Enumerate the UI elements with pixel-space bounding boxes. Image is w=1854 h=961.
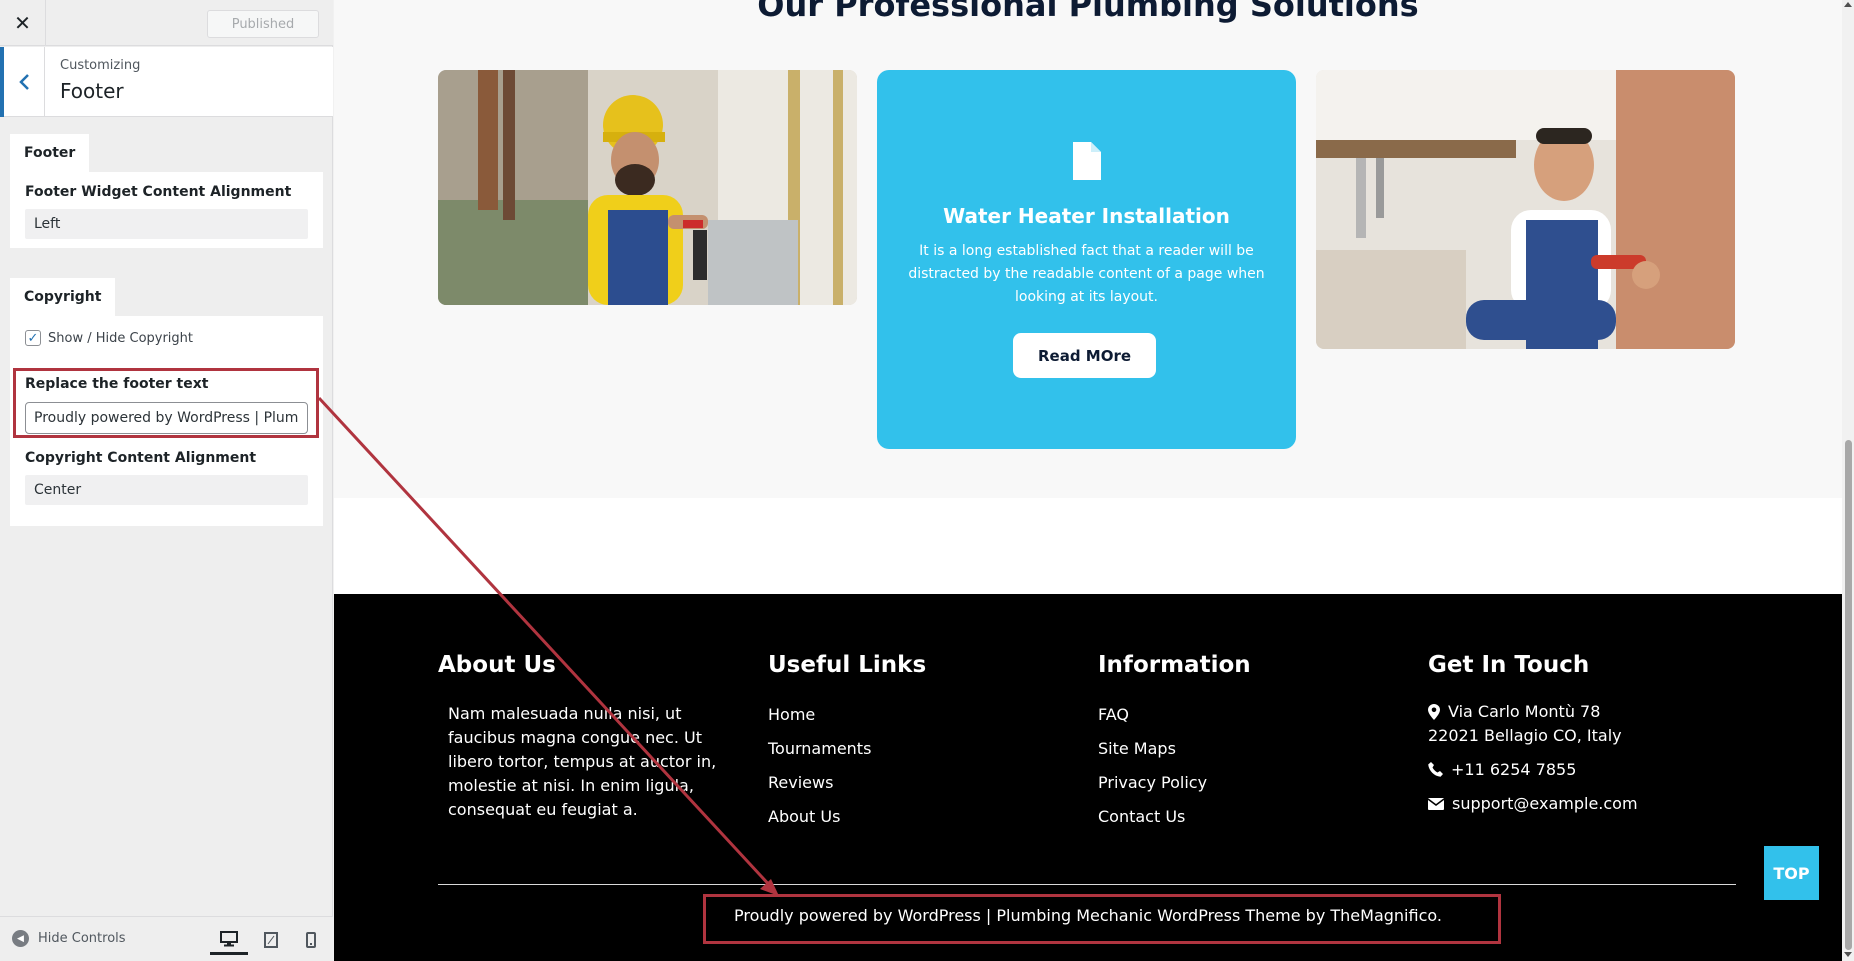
footer-link-about-us[interactable]: About Us bbox=[768, 800, 926, 834]
preview-tablet-button[interactable] bbox=[252, 925, 290, 955]
services-heading: Our Professional Plumbing Solutions bbox=[757, 0, 1419, 24]
customizer-sidebar: ✕ Published Customizing Footer Footer Fo… bbox=[0, 0, 333, 961]
service-card-water-heater: Water Heater Installation It is a long e… bbox=[877, 70, 1296, 449]
useful-links-list: Home Tournaments Reviews About Us bbox=[768, 698, 926, 834]
plumber-helmet-photo bbox=[438, 70, 857, 305]
copyright-alignment-select[interactable]: Center bbox=[25, 475, 308, 505]
contact-phone[interactable]: +11 6254 7855 bbox=[1451, 758, 1576, 782]
show-hide-copyright-label: Show / Hide Copyright bbox=[48, 330, 194, 346]
address-line-1: Via Carlo Montù 78 bbox=[1448, 702, 1601, 721]
envelope-icon bbox=[1428, 798, 1444, 810]
copyright-section-tab: Copyright bbox=[10, 278, 116, 316]
information-list: FAQ Site Maps Privacy Policy Contact Us bbox=[1098, 698, 1251, 834]
customizer-top-bar: ✕ Published bbox=[0, 0, 333, 46]
copyright-section-panel: ✓ Show / Hide Copyright Replace the foot… bbox=[10, 316, 323, 526]
service-title: Water Heater Installation bbox=[943, 204, 1230, 228]
services-section: Our Professional Plumbing Solutions Wate… bbox=[334, 0, 1842, 498]
footer-link-contact-us[interactable]: Contact Us bbox=[1098, 800, 1251, 834]
preview-scrollbar-thumb[interactable] bbox=[1845, 440, 1852, 950]
footer-link-privacy-policy[interactable]: Privacy Policy bbox=[1098, 766, 1251, 800]
copyright-alignment-label: Copyright Content Alignment bbox=[25, 450, 257, 466]
copyright-text: Proudly powered by WordPress | Plumbing … bbox=[734, 906, 1442, 925]
footer-widget-alignment-label: Footer Widget Content Alignment bbox=[25, 184, 292, 200]
scroll-down-arrow-icon[interactable] bbox=[1844, 952, 1852, 957]
footer-information-column: Information FAQ Site Maps Privacy Policy… bbox=[1098, 652, 1251, 834]
useful-links-heading: Useful Links bbox=[768, 652, 927, 678]
phone-icon bbox=[1428, 762, 1443, 777]
footer-section-tab: Footer bbox=[10, 134, 90, 172]
customizer-footer-bar: ◀ Hide Controls bbox=[0, 916, 333, 961]
map-marker-icon bbox=[1428, 704, 1440, 720]
footer-link-faq[interactable]: FAQ bbox=[1098, 698, 1251, 732]
published-button[interactable]: Published bbox=[207, 10, 319, 38]
service-description: It is a long established fact that a rea… bbox=[908, 243, 1265, 305]
replace-footer-text-label: Replace the footer text bbox=[25, 376, 209, 392]
section-header: Customizing Footer bbox=[0, 47, 333, 117]
preview-desktop-button[interactable] bbox=[210, 925, 248, 955]
back-button[interactable] bbox=[0, 47, 45, 117]
preview-mobile-button[interactable] bbox=[292, 925, 330, 955]
plumber-smiling-photo bbox=[1316, 70, 1735, 349]
show-hide-copyright-checkbox[interactable]: ✓ bbox=[25, 330, 41, 346]
footer-link-reviews[interactable]: Reviews bbox=[768, 766, 926, 800]
customizing-label: Customizing bbox=[60, 58, 141, 73]
footer-useful-links-column: Useful Links Home Tournaments Reviews Ab… bbox=[768, 652, 926, 834]
footer-link-tournaments[interactable]: Tournaments bbox=[768, 732, 926, 766]
site-footer: About Us Nam malesuada nulla nisi, ut fa… bbox=[334, 594, 1842, 961]
tablet-icon bbox=[264, 932, 278, 948]
desktop-icon bbox=[220, 930, 238, 946]
back-to-top-button[interactable]: TOP bbox=[1764, 846, 1819, 900]
contact-email-row: support@example.com bbox=[1428, 792, 1638, 816]
contact-phone-row: +11 6254 7855 bbox=[1428, 758, 1638, 782]
footer-about-column: About Us Nam malesuada nulla nisi, ut fa… bbox=[438, 652, 718, 822]
section-title: Footer bbox=[60, 79, 124, 103]
get-in-touch-heading: Get In Touch bbox=[1428, 652, 1590, 678]
collapse-icon: ◀ bbox=[12, 930, 29, 947]
close-icon: ✕ bbox=[14, 11, 31, 35]
footer-section-panel: Footer Widget Content Alignment Left bbox=[10, 172, 323, 248]
hide-controls-label: Hide Controls bbox=[38, 931, 126, 946]
show-hide-copyright-row[interactable]: ✓ Show / Hide Copyright bbox=[25, 330, 193, 346]
scroll-up-arrow-icon[interactable] bbox=[1844, 2, 1852, 7]
site-preview: Our Professional Plumbing Solutions Wate… bbox=[334, 0, 1842, 961]
close-customizer-button[interactable]: ✕ bbox=[0, 0, 46, 46]
hide-controls-button[interactable]: ◀ Hide Controls bbox=[12, 930, 126, 947]
replace-footer-text-input[interactable] bbox=[25, 402, 308, 434]
footer-widget-alignment-select[interactable]: Left bbox=[25, 209, 308, 239]
read-more-button[interactable]: Read MOre bbox=[1013, 333, 1156, 378]
about-heading: About Us bbox=[438, 652, 556, 678]
mobile-icon bbox=[306, 932, 316, 948]
footer-link-home[interactable]: Home bbox=[768, 698, 926, 732]
contact-address-row: Via Carlo Montù 78 22021 Bellagio CO, It… bbox=[1428, 700, 1638, 748]
address-line-2: 22021 Bellagio CO, Italy bbox=[1428, 726, 1622, 745]
footer-link-site-maps[interactable]: Site Maps bbox=[1098, 732, 1251, 766]
about-text: Nam malesuada nulla nisi, ut faucibus ma… bbox=[448, 704, 717, 819]
chevron-left-icon bbox=[19, 74, 29, 90]
contact-email[interactable]: support@example.com bbox=[1452, 792, 1638, 816]
document-icon bbox=[1073, 142, 1101, 180]
information-heading: Information bbox=[1098, 652, 1251, 678]
footer-contact-column: Get In Touch Via Carlo Montù 78 22021 Be… bbox=[1428, 652, 1638, 816]
footer-divider bbox=[438, 884, 1736, 885]
